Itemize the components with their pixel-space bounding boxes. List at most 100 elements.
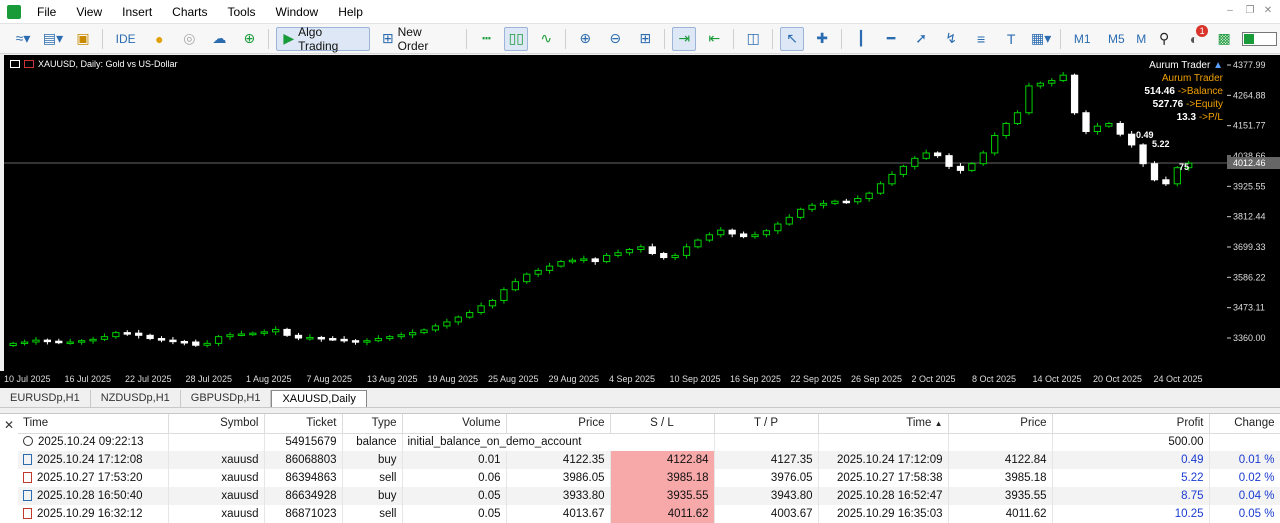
menu-tools[interactable]: Tools xyxy=(220,0,268,24)
time-tick-label: 16 Jul 2025 xyxy=(65,374,112,384)
line-chart-icon[interactable]: ∿ xyxy=(534,27,558,51)
menu-view[interactable]: View xyxy=(68,0,114,24)
col-close-time[interactable]: Time ▲ xyxy=(818,414,949,434)
zoom-out-icon[interactable]: ⊖ xyxy=(603,27,627,51)
app-logo-icon xyxy=(7,4,21,19)
lock-icon[interactable]: ● xyxy=(147,27,171,51)
chart-tab-eurusd[interactable]: EURUSDp,H1 xyxy=(0,390,91,407)
bullish-candle xyxy=(1025,85,1033,114)
menu-insert[interactable]: Insert xyxy=(114,0,164,24)
price-chart[interactable]: XAUUSD, Daily: Gold vs US-Dollar Aurum T… xyxy=(4,55,1227,371)
cursor-icon[interactable]: ↖ xyxy=(780,26,805,51)
menu-help[interactable]: Help xyxy=(330,0,375,24)
bullish-candle xyxy=(968,163,976,171)
table-header-row: Time Symbol Ticket Type Volume Price S /… xyxy=(18,414,1280,434)
chart-menu-icon[interactable] xyxy=(10,60,20,68)
bullish-candle xyxy=(751,234,759,238)
time-tick-label: 2 Oct 2025 xyxy=(912,374,956,384)
balance-line: 514.46 ->Balance xyxy=(1144,85,1223,98)
table-row[interactable]: 2025.10.27 17:53:20 xauusd 86394863 sell 0.0… xyxy=(18,469,1280,487)
zoom-in-icon[interactable]: ⊕ xyxy=(573,27,597,51)
chart-shift-icon[interactable]: ⇤ xyxy=(702,27,726,51)
chart-tabs-bar: EURUSDp,H1 NZDUSDp,H1 GBPUSDp,H1 XAUUSD,… xyxy=(0,389,1280,408)
chart-tab-xauusd[interactable]: XAUUSD,Daily xyxy=(271,390,367,407)
trade-type: sell xyxy=(342,469,403,487)
vps-icon[interactable]: ⊕ xyxy=(237,27,261,51)
bullish-candle xyxy=(865,192,873,200)
col-price[interactable]: Price xyxy=(506,414,611,434)
col-profit[interactable]: Profit xyxy=(1052,414,1210,434)
balance-row[interactable]: 2025.10.24 09:22:13 54915679 balance ini… xyxy=(18,433,1280,451)
price-tick-label: 3586.22 xyxy=(1233,272,1266,282)
chart-type-icon[interactable] xyxy=(24,60,34,68)
bullish-candle xyxy=(20,341,29,345)
col-time[interactable]: Time xyxy=(18,414,169,434)
col-symbol[interactable]: Symbol xyxy=(168,414,265,434)
col-close-price[interactable]: Price xyxy=(948,414,1053,434)
menu-charts[interactable]: Charts xyxy=(164,0,219,24)
menu-window[interactable]: Window xyxy=(268,0,331,24)
profiles-icon[interactable]: ▤▾ xyxy=(41,27,65,51)
trade-open-time: 2025.10.27 17:53:20 xyxy=(18,469,169,487)
table-row[interactable]: 2025.10.24 17:12:08 xauusd 86068803 buy 0.01… xyxy=(18,451,1280,469)
trade-stop-loss: 4122.84 xyxy=(610,451,715,469)
timeframe-m1-button[interactable]: M1 xyxy=(1068,27,1096,51)
cloud-icon[interactable]: ☁ xyxy=(207,27,231,51)
restore-icon[interactable]: ❐ xyxy=(1244,5,1256,17)
crosshair-icon[interactable]: ✚ xyxy=(810,27,834,51)
col-ticket[interactable]: Ticket xyxy=(264,414,343,434)
ide-button[interactable]: IDE xyxy=(110,27,141,51)
signal-strength-icon[interactable]: ▩ xyxy=(1212,27,1236,51)
close-window-icon[interactable]: ✕ xyxy=(1262,5,1274,17)
col-volume[interactable]: Volume xyxy=(402,414,507,434)
candlestick-icon[interactable]: ▯▯ xyxy=(504,26,529,51)
trader-header: Aurum Trader ▲ xyxy=(1144,59,1223,72)
signal-icon[interactable]: ◎ xyxy=(177,27,201,51)
timeframe-more-button[interactable]: M xyxy=(1136,27,1146,51)
bullish-candle xyxy=(237,333,246,336)
trendline-icon[interactable]: ➚ xyxy=(909,27,933,51)
table-row[interactable]: 2025.10.29 16:32:12 xauusd 86871023 sell 0.0… xyxy=(18,505,1280,523)
bearish-candle xyxy=(135,332,143,336)
col-tp[interactable]: T / P xyxy=(714,414,819,434)
close-toolbox-icon[interactable]: ✕ xyxy=(4,418,14,432)
new-chart-icon[interactable]: ≈▾ xyxy=(11,27,35,51)
minimize-icon[interactable]: – xyxy=(1224,5,1236,17)
bearish-candle xyxy=(317,336,325,340)
toolbox-panel: ✕ Time Symbol Ticket Type Volume Price S… xyxy=(0,413,1280,523)
table-row[interactable]: 2025.10.28 16:50:40 xauusd 86634928 buy 0.05… xyxy=(18,487,1280,505)
bar-chart-icon[interactable]: ┅ xyxy=(474,27,498,51)
fibonacci-icon[interactable]: ≡ xyxy=(969,27,993,51)
price-tick-label: 3360.00 xyxy=(1233,333,1266,343)
bullish-candle xyxy=(66,341,74,345)
chart-tab-gbpusd[interactable]: GBPUSDp,H1 xyxy=(181,390,272,407)
screenshot-icon[interactable]: ◫ xyxy=(741,27,765,51)
text-icon[interactable]: T xyxy=(999,27,1023,51)
equity-label: ->Equity xyxy=(1186,99,1223,110)
shapes-icon[interactable]: ▦▾ xyxy=(1029,27,1053,51)
autoscroll-icon[interactable]: ⇥ xyxy=(672,26,697,51)
search-icon[interactable]: ⚲ xyxy=(1152,27,1176,51)
new-order-button[interactable]: ⊞ New Order xyxy=(376,25,459,53)
trade-stop-loss: 4011.62 xyxy=(610,505,715,523)
menu-file[interactable]: File xyxy=(29,0,68,24)
pl-value: 13.3 xyxy=(1176,112,1197,123)
bullish-candle xyxy=(408,332,417,336)
bullish-candle xyxy=(637,246,645,251)
col-change[interactable]: Change xyxy=(1209,414,1280,434)
bullish-candle xyxy=(785,216,793,225)
timeframe-m5-button[interactable]: M5 xyxy=(1102,27,1130,51)
market-icon[interactable]: ▣ xyxy=(71,27,95,51)
horizontal-line-icon[interactable]: ━ xyxy=(879,27,903,51)
tile-windows-icon[interactable]: ⊞ xyxy=(633,27,657,51)
col-sl[interactable]: S / L xyxy=(610,414,715,434)
chart-tab-nzdusd[interactable]: NZDUSDp,H1 xyxy=(91,390,181,407)
col-type[interactable]: Type xyxy=(342,414,403,434)
equity-value: 527.76 xyxy=(1152,99,1184,110)
time-tick-label: 10 Jul 2025 xyxy=(4,374,51,384)
vertical-line-icon[interactable]: ┃ xyxy=(849,27,873,51)
algo-trading-button[interactable]: ▶ Algo Trading xyxy=(276,25,370,53)
trade-close-time: 2025.10.29 16:35:03 xyxy=(818,505,949,523)
notifications-icon[interactable]: ◐ 1 xyxy=(1182,24,1209,51)
tools-icon[interactable]: ↯ xyxy=(939,27,963,51)
